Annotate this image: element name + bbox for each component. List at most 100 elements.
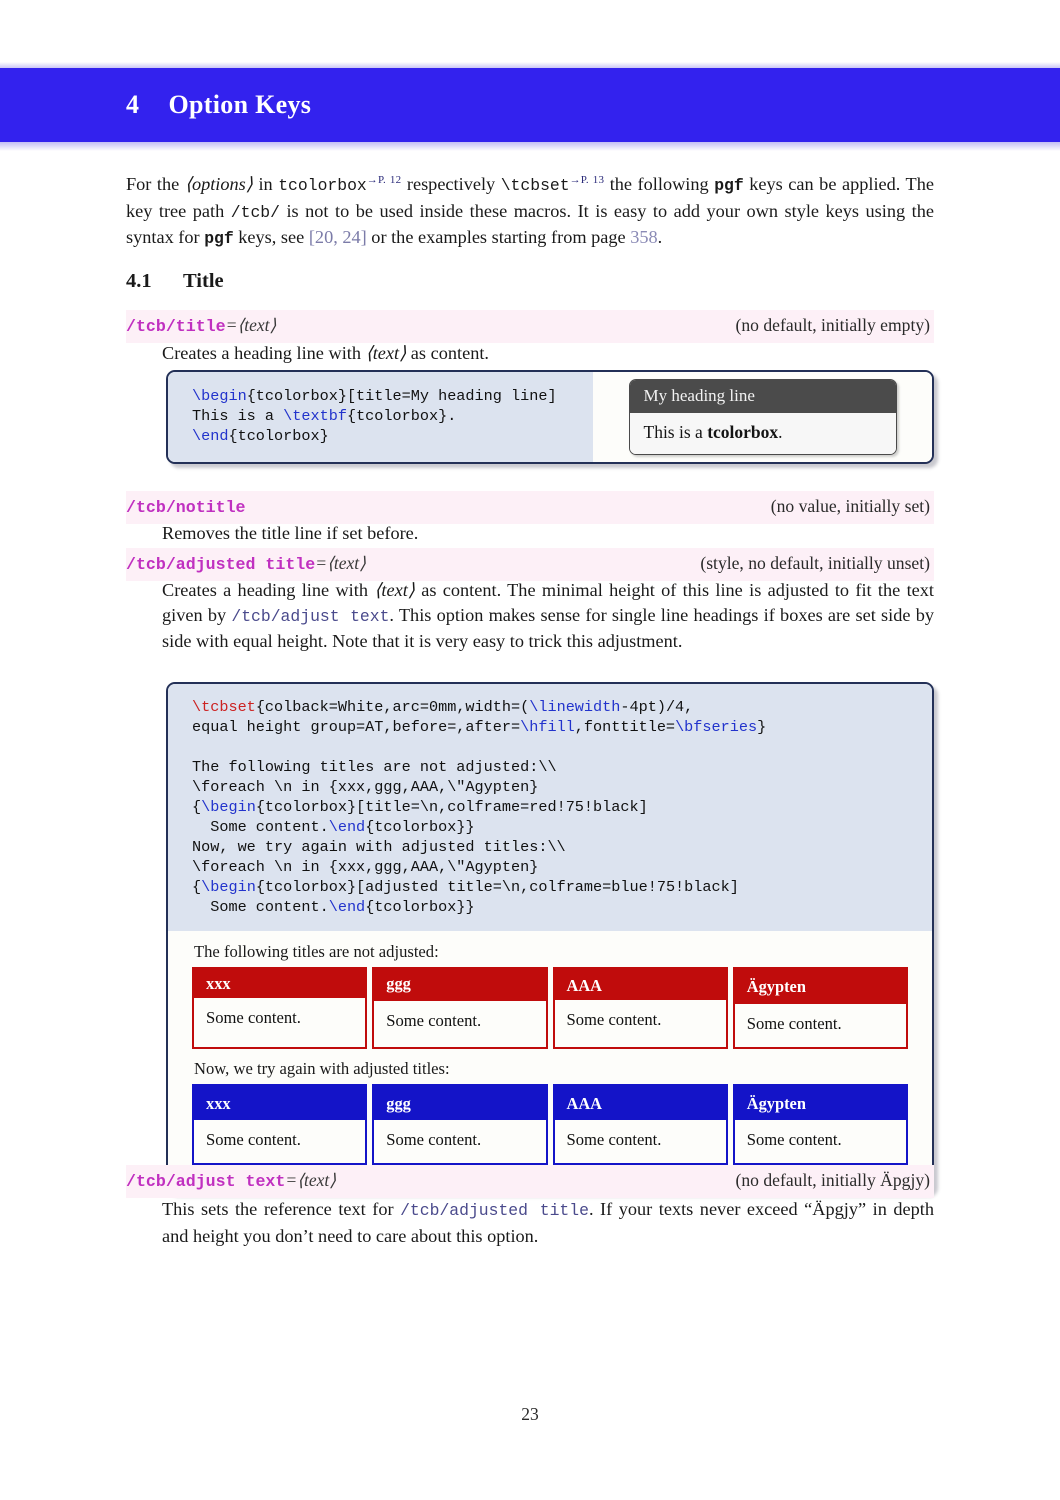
mini-tcolorbox: Ägypten Some content. (732, 967, 908, 1049)
intro-t2: in (252, 174, 279, 194)
key-name-text: /tcb/title (126, 317, 226, 336)
chapter-band-fade-bottom (0, 142, 1060, 151)
caption-adjusted: Now, we try again with adjusted titles: (194, 1059, 450, 1078)
key-name-text: /tcb/adjusted title (126, 555, 316, 574)
adjusted-box-row: xxx Some content. ggg Some content. AAA Some … (192, 1084, 908, 1165)
code-token: \foreach \n in {xxx,ggg,AAA,\"Agypten} (192, 858, 539, 876)
code-token: {tcolorbox}[title=My heading line] (246, 387, 557, 405)
key-name-adjusted-title: /tcb/adjusted title=⟨text⟩ (126, 553, 366, 574)
mini-tcolorbox-body: Some content. (194, 1120, 366, 1163)
code-token: {colback=White,arc=0mm,width=( (255, 698, 530, 716)
code-token: \end (192, 427, 229, 445)
demo-tcolorbox-body: This is a tcolorbox. (629, 413, 896, 454)
chapter-banner: 4 Option Keys (0, 68, 1060, 142)
mini-tcolorbox-title: ggg (374, 969, 546, 1001)
code-token: \tcbset (192, 698, 256, 716)
key-spec-adjust-text: (no default, initially Äpgjy) (735, 1170, 930, 1190)
key-spec-title: (no default, initially empty) (735, 315, 930, 335)
desc-a: This sets the reference text for (162, 1199, 401, 1219)
key-desc-title: Creates a heading line with ⟨text⟩ as co… (126, 341, 934, 366)
key-name-title: /tcb/title=⟨text⟩ (126, 315, 276, 336)
chapter-title: Option Keys (168, 90, 312, 119)
intro-t4: the following (604, 174, 715, 194)
key-row-title: /tcb/title=⟨text⟩ (no default, initially… (126, 310, 934, 343)
example-box-adjusted-title: \tcbset{colback=White,arc=0mm,width=(\li… (166, 682, 934, 1193)
mini-tcolorbox: AAA Some content. (552, 1084, 728, 1165)
mini-tcolorbox-title: AAA (554, 1086, 726, 1120)
code-token: Some content. (192, 818, 329, 836)
key-row-adjust-text: /tcb/adjust text=⟨text⟩ (no default, ini… (126, 1165, 934, 1198)
key-arg: =⟨text⟩ (225, 315, 277, 335)
mini-tcolorbox-title: xxx (194, 1086, 366, 1120)
code-token: Now, we try again with adjusted titles:\… (192, 838, 566, 856)
section-heading: 4.1 Title (126, 270, 934, 293)
code-token: {tcolorbox} (228, 427, 329, 445)
code-token: ,fonttitle= (574, 718, 676, 736)
code-token: equal height group=AT,before=,after= (192, 718, 521, 736)
code-token: \begin (192, 387, 247, 405)
mini-tcolorbox-title: xxx (194, 969, 366, 998)
page-ref-13[interactable]: →P. 13 (570, 174, 605, 186)
page-358-link[interactable]: 358 (630, 227, 657, 247)
mini-tcolorbox-body: Some content. (374, 1120, 546, 1163)
code-token: { (192, 798, 202, 816)
mini-tcolorbox: ggg Some content. (372, 967, 548, 1049)
example-1-code: \begin{tcolorbox}[title=My heading line]… (192, 386, 577, 446)
code-token: \linewidth (529, 698, 621, 716)
code-token: \bfseries (675, 718, 758, 736)
intro-pgf-1: pgf (714, 176, 744, 195)
intro-pgf-2: pgf (204, 229, 234, 249)
desc-a: Creates a heading line with (162, 580, 375, 600)
desc-pre: Creates a heading line with (162, 343, 366, 363)
key-arg: =⟨text⟩ (285, 1170, 337, 1190)
mini-tcolorbox-body: Some content. (734, 1120, 906, 1163)
key-desc-adjusted-title: Creates a heading line with ⟨text⟩ as co… (126, 578, 934, 654)
key-row-adjusted-title: /tcb/adjusted title=⟨text⟩ (style, no de… (126, 548, 934, 581)
key-name-notitle: /tcb/notitle (126, 498, 246, 517)
example-2-code-pane: \tcbset{colback=White,arc=0mm,width=(\li… (168, 684, 932, 931)
demo-tcolorbox: My heading line This is a tcolorbox. (628, 379, 897, 455)
key-name-adjust-text: /tcb/adjust text=⟨text⟩ (126, 1170, 336, 1191)
code-token: \end (328, 898, 366, 916)
code-token: \foreach \n in {xxx,ggg,AAA,\"Agypten} (192, 778, 539, 796)
mini-tcolorbox: Ägypten Some content. (732, 1084, 908, 1165)
key-arg: =⟨text⟩ (315, 553, 366, 573)
key-name-text: /tcb/adjust text (126, 1172, 286, 1191)
key-desc-adjust-text: This sets the reference text for /tcb/ad… (126, 1197, 934, 1248)
section-number: 4.1 (126, 270, 152, 292)
intro-t1: For the (126, 174, 185, 194)
chapter-number: 4 (126, 90, 140, 119)
example-1-code-pane: \begin{tcolorbox}[title=My heading line]… (168, 372, 593, 462)
mini-tcolorbox-title: AAA (554, 969, 726, 1000)
intro-options: ⟨options⟩ (184, 174, 253, 194)
mini-tcolorbox: xxx Some content. (192, 967, 368, 1049)
demo-body-pre: This is a (643, 422, 708, 442)
code-token: {tcolorbox}} (365, 898, 475, 916)
code-token: {tcolorbox}[adjusted title=\n,colframe=b… (255, 878, 739, 896)
intro-t9: . (657, 227, 663, 248)
mini-tcolorbox: AAA Some content. (552, 967, 728, 1049)
code-token: This is a (192, 407, 284, 425)
example-box-title: \begin{tcolorbox}[title=My heading line]… (166, 370, 934, 464)
key-desc-notitle: Removes the title line if set before. (162, 523, 419, 543)
intro-t7: keys, see (233, 227, 309, 248)
code-token: \begin (201, 878, 256, 896)
desc-arg: ⟨text⟩ (365, 343, 407, 363)
page-number: 23 (521, 1404, 539, 1424)
ref-key-adjusted-title[interactable]: /tcb/adjusted title (400, 1201, 589, 1220)
page-ref-12[interactable]: →P. 12 (367, 174, 402, 186)
mini-tcolorbox: ggg Some content. (372, 1084, 548, 1165)
desc-post: as content. (406, 343, 489, 363)
code-token: \begin (201, 798, 256, 816)
mini-tcolorbox-body: Some content. (374, 1001, 546, 1047)
intro-tcolorbox: tcolorbox (278, 176, 367, 195)
caption-unadjusted: The following titles are not adjusted: (194, 942, 439, 961)
intro-paragraph: For the ⟨options⟩ in tcolorbox→P. 12 res… (126, 168, 934, 252)
demo-body-bold: tcolorbox (707, 422, 779, 442)
mini-tcolorbox-body: Some content. (194, 998, 366, 1047)
intro-t8: or the examples starting from page (366, 227, 631, 248)
ref-key-adjust-text[interactable]: /tcb/adjust text (231, 607, 389, 626)
citation-link[interactable]: [20, 24] (309, 227, 367, 247)
demo-body-post: . (778, 422, 783, 442)
code-token: \textbf (283, 407, 347, 425)
